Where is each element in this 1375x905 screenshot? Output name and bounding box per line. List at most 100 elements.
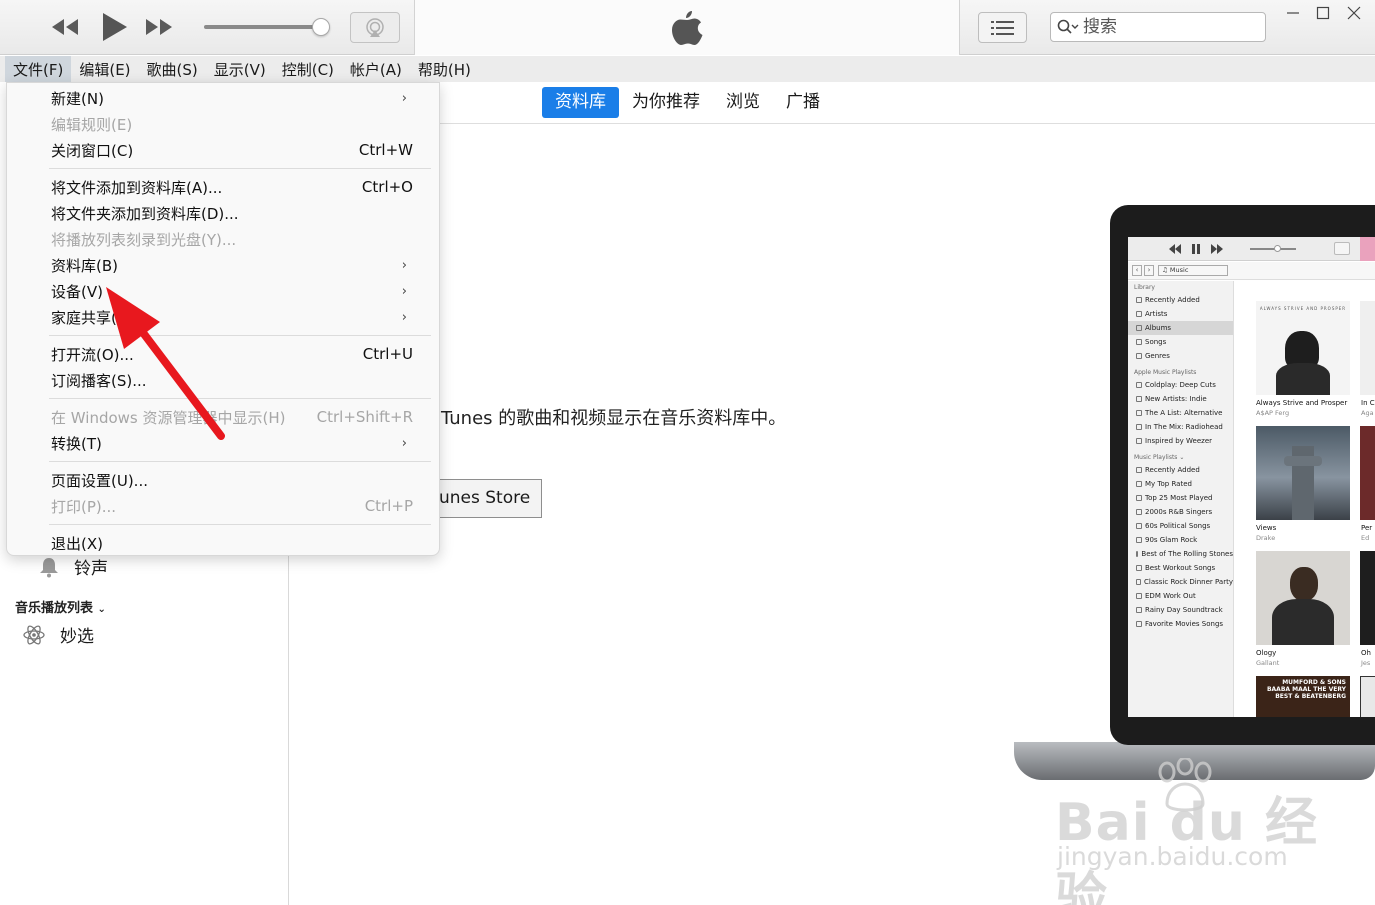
search-input[interactable] bbox=[1083, 17, 1233, 37]
menu-edit[interactable]: 编辑(E) bbox=[71, 56, 138, 82]
menu-item-burn-playlist[interactable]: 将播放列表刻录到光盘(Y)... bbox=[51, 226, 413, 252]
mini-row-icon bbox=[1136, 579, 1142, 585]
minimize-button[interactable] bbox=[1278, 2, 1308, 24]
menu-item-add-file[interactable]: 将文件添加到资料库(A)... Ctrl+O bbox=[51, 174, 413, 200]
mini-row-icon bbox=[1136, 339, 1142, 345]
maximize-button[interactable] bbox=[1308, 2, 1338, 24]
menu-controls[interactable]: 控制(C) bbox=[274, 56, 342, 82]
tab-radio[interactable]: 广播 bbox=[773, 87, 833, 118]
menu-file[interactable]: 文件(F) bbox=[5, 56, 72, 82]
mini-row-icon bbox=[1136, 410, 1142, 416]
music-playlists-header[interactable]: 音乐播放列表 ⌄ bbox=[15, 597, 106, 616]
menu-item-open-stream[interactable]: 打开流(O)... Ctrl+U bbox=[51, 341, 413, 367]
search-icon bbox=[1057, 19, 1079, 34]
maximize-icon bbox=[1316, 6, 1330, 20]
mini-row-icon bbox=[1136, 353, 1142, 359]
mini-row-icon bbox=[1136, 621, 1142, 627]
previous-track-button[interactable] bbox=[46, 12, 82, 42]
album-cover bbox=[1256, 426, 1350, 520]
play-button[interactable] bbox=[98, 12, 130, 42]
mini-volume-track bbox=[1250, 248, 1296, 250]
mini-row-label: Favorite Movies Songs bbox=[1145, 620, 1224, 628]
volume-slider-track[interactable] bbox=[204, 25, 324, 29]
menu-item-devices[interactable]: 设备(V) › bbox=[51, 278, 413, 304]
menu-item-shortcut: Ctrl+O bbox=[361, 178, 413, 196]
airplay-button[interactable] bbox=[350, 12, 400, 43]
next-track-button[interactable] bbox=[142, 12, 178, 42]
menu-item-label: 关闭窗口(C) bbox=[51, 141, 134, 160]
menu-song[interactable]: 歌曲(S) bbox=[139, 56, 206, 82]
album-cover-cropped bbox=[1360, 676, 1375, 717]
album-figure bbox=[1272, 599, 1334, 645]
mini-nav-row: ‹ › ♫ Music bbox=[1128, 262, 1375, 280]
mini-sidebar-row: Artists bbox=[1128, 307, 1233, 321]
mini-sidebar-row: EDM Work Out bbox=[1128, 589, 1233, 603]
mini-row-label: Genres bbox=[1145, 352, 1170, 360]
album-cover-cropped bbox=[1360, 301, 1375, 395]
menu-item-shortcut: Ctrl+P bbox=[364, 497, 413, 515]
mini-apple-playlists-header: Apple Music Playlists bbox=[1134, 368, 1197, 376]
album-title: Always Strive and Prosper bbox=[1256, 399, 1348, 407]
mini-row-label: Inspired by Weezer bbox=[1145, 437, 1213, 445]
mini-music-playlists-header: Music Playlists ⌄ bbox=[1134, 453, 1185, 461]
menu-item-label: 将文件夹添加到资料库(D)... bbox=[51, 204, 239, 223]
album-title: Oh bbox=[1361, 649, 1371, 657]
mini-row-icon bbox=[1136, 509, 1142, 515]
menu-item-label: 资料库(B) bbox=[51, 256, 118, 275]
menu-item-label: 转换(T) bbox=[51, 434, 102, 453]
tab-for-you[interactable]: 为你推荐 bbox=[619, 87, 713, 118]
menu-item-convert[interactable]: 转换(T) › bbox=[51, 430, 413, 456]
menu-item-show-in-explorer[interactable]: 在 Windows 资源管理器中显示(H) Ctrl+Shift+R bbox=[51, 404, 413, 430]
atom-icon bbox=[23, 624, 45, 645]
menu-item-exit[interactable]: 退出(X) bbox=[51, 530, 413, 556]
menu-item-subscribe-podcast[interactable]: 订阅播客(S)... bbox=[51, 367, 413, 393]
mini-sidebar-row: Songs bbox=[1128, 335, 1233, 349]
mini-row-label: 2000s R&B Singers bbox=[1145, 508, 1213, 516]
menu-item-library[interactable]: 资料库(B) › bbox=[51, 252, 413, 278]
menu-item-new[interactable]: 新建(N) › bbox=[51, 85, 413, 111]
tab-browse[interactable]: 浏览 bbox=[713, 87, 773, 118]
mini-row-icon bbox=[1136, 565, 1142, 571]
mini-row-label: Top 25 Most Played bbox=[1145, 494, 1213, 502]
player-toolbar bbox=[0, 0, 1375, 55]
tab-library[interactable]: 资料库 bbox=[542, 87, 619, 118]
up-next-button[interactable] bbox=[978, 12, 1027, 43]
mini-row-label: My Top Rated bbox=[1145, 480, 1192, 488]
mini-sidebar-row: Recently Added bbox=[1128, 293, 1233, 307]
album-artist: Gallant bbox=[1256, 659, 1280, 667]
menu-item-edit-rules[interactable]: 编辑规则(E) bbox=[51, 111, 413, 137]
menu-item-label: 将播放列表刻录到光盘(Y)... bbox=[51, 230, 237, 249]
mini-toolbar bbox=[1128, 237, 1375, 261]
menu-item-add-folder[interactable]: 将文件夹添加到资料库(D)... bbox=[51, 200, 413, 226]
menu-view[interactable]: 显示(V) bbox=[206, 56, 274, 82]
album-artist: A$AP Ferg bbox=[1256, 409, 1290, 417]
menu-item-home-sharing[interactable]: 家庭共享( › bbox=[51, 304, 413, 330]
album-title: Ology bbox=[1256, 649, 1277, 657]
menu-item-label: 编辑规则(E) bbox=[51, 115, 133, 134]
mini-row-icon bbox=[1136, 467, 1142, 473]
menu-item-close-window[interactable]: 关闭窗口(C) Ctrl+W bbox=[51, 137, 413, 163]
mini-row-label: In The Mix: Radiohead bbox=[1145, 423, 1223, 431]
mini-row-label: Recently Added bbox=[1145, 296, 1200, 304]
menu-item-label: 打开流(O)... bbox=[51, 345, 134, 364]
menu-help[interactable]: 帮助(H) bbox=[410, 56, 479, 82]
mini-sidebar-row: Favorite Movies Songs bbox=[1128, 617, 1233, 631]
album-artist: Ed bbox=[1361, 534, 1370, 542]
mini-row-icon bbox=[1136, 481, 1142, 487]
mini-row-label: Coldplay: Deep Cuts bbox=[1145, 381, 1216, 389]
sidebar-item-label: 妙选 bbox=[60, 627, 94, 647]
mini-volume-knob bbox=[1274, 245, 1281, 252]
close-button[interactable] bbox=[1339, 2, 1369, 24]
sidebar-item-ringtones[interactable]: 铃声 bbox=[38, 554, 108, 579]
menu-item-page-setup[interactable]: 页面设置(U)... bbox=[51, 467, 413, 493]
mini-forward-icon: › bbox=[1144, 265, 1154, 276]
menu-item-print[interactable]: 打印(P)... Ctrl+P bbox=[51, 493, 413, 519]
menu-account[interactable]: 帐户(A) bbox=[342, 56, 410, 82]
volume-slider-knob[interactable] bbox=[312, 18, 330, 36]
search-field[interactable] bbox=[1050, 12, 1266, 42]
mini-source-label: Music bbox=[1169, 266, 1189, 274]
menu-separator bbox=[49, 461, 431, 462]
mini-row-icon bbox=[1136, 325, 1142, 331]
sidebar-item-genius[interactable]: 妙选 bbox=[22, 622, 94, 647]
chevron-down-icon: ⌄ bbox=[97, 604, 106, 615]
